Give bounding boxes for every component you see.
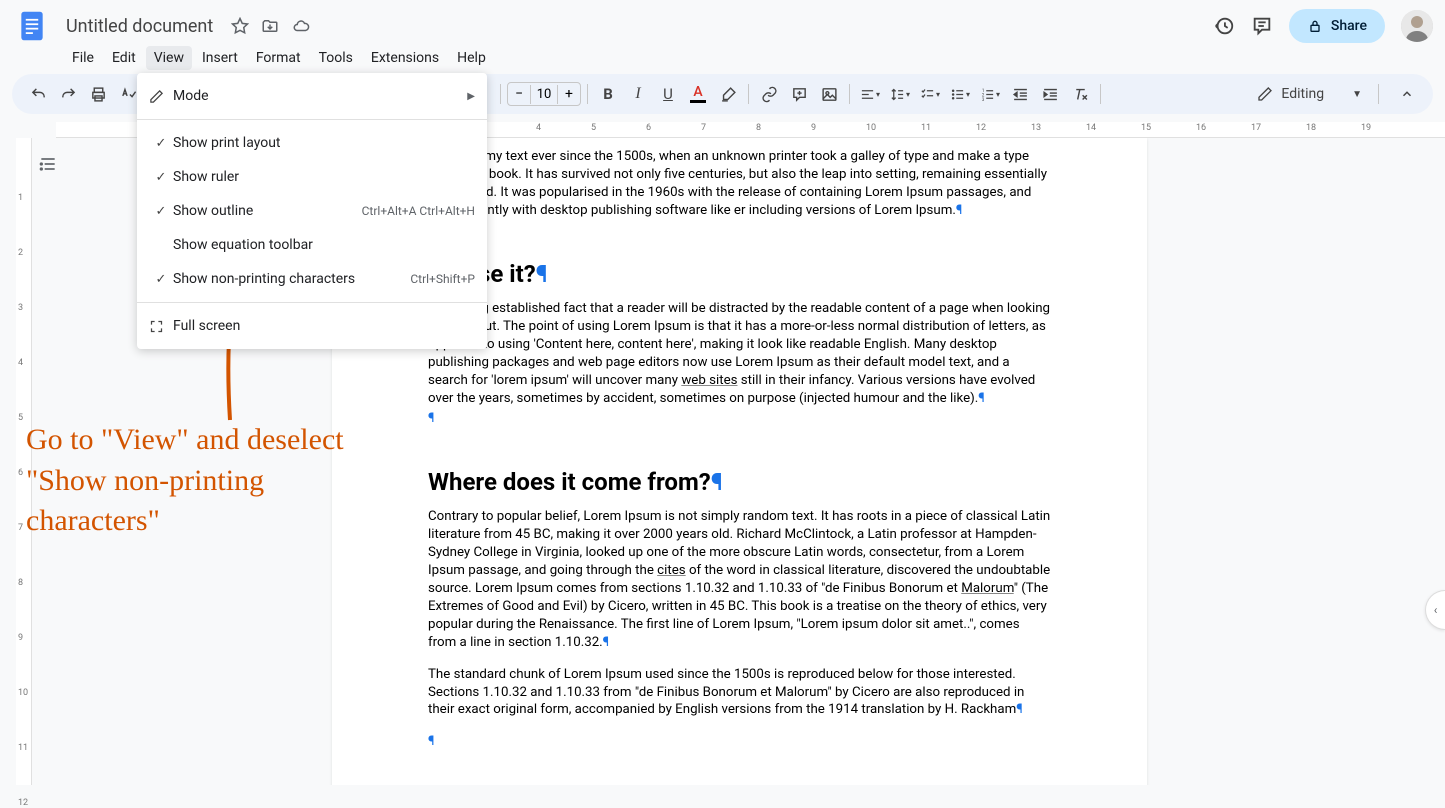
outline-toggle-icon[interactable] xyxy=(38,154,58,174)
submenu-arrow-icon: ▶ xyxy=(467,91,475,102)
text-color-button[interactable]: A xyxy=(684,80,712,108)
paragraph-text: dard dummy text ever since the 1500s, wh… xyxy=(428,149,1047,218)
numbered-list-button[interactable]: 123 xyxy=(976,80,1004,108)
spell-flag: cites xyxy=(657,563,685,578)
align-button[interactable] xyxy=(856,80,884,108)
separator xyxy=(137,302,487,303)
spell-flag: Malorum xyxy=(961,581,1013,596)
pilcrow-icon: ¶ xyxy=(536,260,548,288)
star-icon[interactable] xyxy=(231,17,249,35)
menu-file[interactable]: File xyxy=(64,46,102,70)
pilcrow-icon: ¶ xyxy=(603,635,610,650)
pilcrow-icon: ¶ xyxy=(956,203,963,218)
menu-item-label: Show outline xyxy=(173,203,362,219)
menu-tools[interactable]: Tools xyxy=(311,46,361,70)
bulleted-list-button[interactable] xyxy=(946,80,974,108)
share-button[interactable]: Share xyxy=(1289,9,1385,43)
underline-button[interactable]: U xyxy=(654,80,682,108)
check-icon: ✓ xyxy=(149,272,173,287)
svg-text:3: 3 xyxy=(982,97,985,101)
shortcut-text: Ctrl+Shift+P xyxy=(410,272,475,286)
separator xyxy=(1100,84,1101,104)
menu-item-show-outline[interactable]: ✓ Show outline Ctrl+Alt+A Ctrl+Alt+H xyxy=(137,194,487,228)
increase-indent-button[interactable] xyxy=(1036,80,1064,108)
user-avatar[interactable] xyxy=(1401,10,1433,42)
menu-item-label: Show ruler xyxy=(173,169,475,185)
menu-edit[interactable]: Edit xyxy=(104,46,144,70)
redo-button[interactable] xyxy=(54,80,82,108)
menubar: File Edit View Insert Format Tools Exten… xyxy=(12,46,1433,74)
menu-item-full-screen[interactable]: Full screen xyxy=(137,309,487,343)
editing-mode-button[interactable]: Editing ▼ xyxy=(1247,82,1372,106)
print-button[interactable] xyxy=(84,80,112,108)
check-icon: ✓ xyxy=(149,204,173,219)
menu-view[interactable]: View xyxy=(146,46,192,70)
insert-image-button[interactable] xyxy=(815,80,843,108)
share-label: Share xyxy=(1331,18,1367,34)
highlight-button[interactable] xyxy=(714,80,742,108)
separator xyxy=(1378,84,1379,104)
document-title[interactable]: Untitled document xyxy=(60,14,219,39)
comments-icon[interactable] xyxy=(1251,15,1273,37)
decrease-indent-button[interactable] xyxy=(1006,80,1034,108)
separator xyxy=(748,84,749,104)
font-size-control[interactable]: − 10 + xyxy=(507,82,581,106)
docs-logo-icon[interactable] xyxy=(12,6,52,46)
menu-item-label: Mode xyxy=(173,88,467,104)
menu-item-label: Show print layout xyxy=(173,135,475,151)
collapse-toolbar-button[interactable] xyxy=(1393,80,1421,108)
font-size-increase[interactable]: + xyxy=(558,86,580,102)
menu-item-mode[interactable]: Mode ▶ xyxy=(137,79,487,113)
view-menu-dropdown: Mode ▶ ✓ Show print layout ✓ Show ruler … xyxy=(137,73,487,349)
font-size-decrease[interactable]: − xyxy=(508,86,530,102)
pilcrow-icon: ¶ xyxy=(978,391,985,406)
editing-label: Editing xyxy=(1281,86,1324,102)
menu-insert[interactable]: Insert xyxy=(194,46,246,70)
shortcut-text: Ctrl+Alt+A Ctrl+Alt+H xyxy=(362,204,475,218)
menu-item-label: Show equation toolbar xyxy=(173,237,475,253)
separator xyxy=(500,84,501,104)
italic-button[interactable]: I xyxy=(624,80,652,108)
cloud-status-icon[interactable] xyxy=(291,17,311,35)
check-icon: ✓ xyxy=(149,136,173,151)
separator xyxy=(137,119,487,120)
menu-item-label: Full screen xyxy=(173,318,475,334)
checklist-button[interactable] xyxy=(916,80,944,108)
undo-button[interactable] xyxy=(24,80,52,108)
heading-text: Where does it come from? xyxy=(428,468,711,496)
menu-extensions[interactable]: Extensions xyxy=(363,46,447,70)
menu-item-show-ruler[interactable]: ✓ Show ruler xyxy=(137,160,487,194)
separator xyxy=(587,84,588,104)
menu-item-label: Show non-printing characters xyxy=(173,271,410,287)
fullscreen-icon xyxy=(149,319,173,334)
menu-item-show-print-layout[interactable]: ✓ Show print layout xyxy=(137,126,487,160)
check-icon: ✓ xyxy=(149,170,173,185)
pilcrow-icon: ¶ xyxy=(711,468,723,496)
bold-button[interactable]: B xyxy=(594,80,622,108)
separator xyxy=(849,84,850,104)
history-icon[interactable] xyxy=(1213,15,1235,37)
clear-formatting-button[interactable] xyxy=(1066,80,1094,108)
menu-help[interactable]: Help xyxy=(449,46,494,70)
pilcrow-icon: ¶ xyxy=(428,411,435,426)
menu-format[interactable]: Format xyxy=(248,46,309,70)
insert-link-button[interactable] xyxy=(755,80,783,108)
pilcrow-icon: ¶ xyxy=(428,734,435,749)
line-spacing-button[interactable] xyxy=(886,80,914,108)
paragraph-text: The standard chunk of Lorem Ipsum used s… xyxy=(428,667,1024,718)
menu-item-show-nonprinting[interactable]: ✓ Show non-printing characters Ctrl+Shif… xyxy=(137,262,487,296)
menu-item-show-equation-toolbar[interactable]: Show equation toolbar xyxy=(137,228,487,262)
insert-comment-button[interactable] xyxy=(785,80,813,108)
pencil-icon xyxy=(149,89,173,104)
spell-flag: web sites xyxy=(681,373,737,388)
pilcrow-icon: ¶ xyxy=(1016,702,1023,717)
annotation-text: Go to "View" and deselect "Show non-prin… xyxy=(26,420,396,542)
move-icon[interactable] xyxy=(261,17,279,35)
font-size-value[interactable]: 10 xyxy=(530,85,558,104)
